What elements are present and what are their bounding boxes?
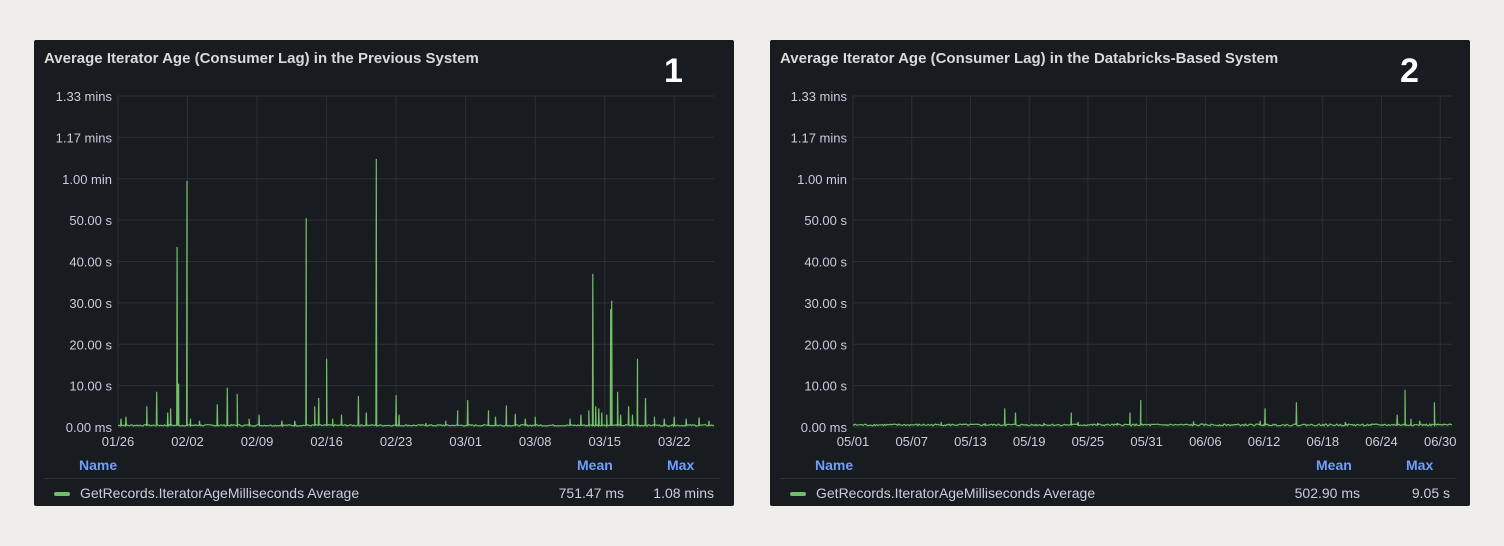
x-tick-label: 06/12	[1248, 434, 1281, 449]
y-tick-label: 1.33 mins	[56, 89, 113, 104]
x-tick-label: 02/02	[171, 434, 204, 449]
x-tick-label: 02/16	[310, 434, 343, 449]
chart-panel-previous-system: Average Iterator Age (Consumer Lag) in t…	[34, 40, 734, 506]
x-tick-label: 05/19	[1013, 434, 1046, 449]
y-tick-label: 1.17 mins	[56, 130, 113, 145]
y-tick-label: 10.00 s	[804, 379, 847, 394]
x-tick-label: 01/26	[102, 434, 135, 449]
legend-series-mean: 502.90 ms	[1294, 485, 1360, 501]
x-tick-label: 05/01	[837, 434, 870, 449]
x-tick-label: 03/01	[449, 434, 482, 449]
y-tick-label: 40.00 s	[804, 255, 847, 270]
chart-panel-databricks-system: Average Iterator Age (Consumer Lag) in t…	[770, 40, 1470, 506]
y-tick-label: 10.00 s	[69, 379, 112, 394]
y-tick-label: 1.00 min	[797, 172, 847, 187]
legend-header-max[interactable]: Max	[1406, 457, 1433, 473]
legend-series-max: 1.08 mins	[653, 485, 714, 501]
y-tick-label: 1.33 mins	[791, 89, 848, 104]
y-tick-label: 50.00 s	[69, 213, 112, 228]
y-tick-label: 30.00 s	[804, 296, 847, 311]
x-tick-label: 05/13	[954, 434, 987, 449]
y-tick-label: 0.00 ms	[801, 420, 848, 435]
series-color-swatch	[54, 492, 70, 496]
y-tick-label: 20.00 s	[804, 337, 847, 352]
legend-header-name[interactable]: Name	[815, 457, 853, 473]
chart-plot[interactable]: 0.00 ms 10.00 s 20.00 s 30.00 s 40.00 s 50.00…	[34, 40, 734, 450]
legend-header-max[interactable]: Max	[667, 457, 694, 473]
y-tick-label: 1.00 min	[62, 172, 112, 187]
series-color-swatch	[790, 492, 806, 496]
x-tick-label: 02/09	[241, 434, 274, 449]
legend-row[interactable]: GetRecords.IteratorAgeMilliseconds Avera…	[34, 484, 734, 504]
x-tick-label: 05/25	[1072, 434, 1105, 449]
x-tick-label: 03/15	[588, 434, 621, 449]
legend-series-name: GetRecords.IteratorAgeMilliseconds Avera…	[816, 485, 1096, 501]
x-tick-label: 06/30	[1424, 434, 1457, 449]
legend-header-mean[interactable]: Mean	[577, 457, 613, 473]
legend-series-mean: 751.47 ms	[558, 485, 624, 501]
legend-divider	[780, 478, 1456, 479]
x-tick-label: 05/07	[895, 434, 928, 449]
legend-series-name: GetRecords.IteratorAgeMilliseconds Avera…	[80, 485, 360, 501]
x-tick-label: 03/08	[519, 434, 552, 449]
y-tick-label: 50.00 s	[804, 213, 847, 228]
legend-header-name[interactable]: Name	[79, 457, 117, 473]
x-tick-label: 06/18	[1307, 434, 1340, 449]
y-tick-label: 20.00 s	[69, 337, 112, 352]
legend-row[interactable]: GetRecords.IteratorAgeMilliseconds Avera…	[770, 484, 1470, 504]
x-tick-label: 03/22	[658, 434, 691, 449]
x-tick-label: 06/24	[1365, 434, 1398, 449]
y-tick-label: 30.00 s	[69, 296, 112, 311]
x-tick-label: 06/06	[1189, 434, 1222, 449]
x-tick-label: 02/23	[380, 434, 413, 449]
legend-divider	[44, 478, 720, 479]
y-tick-label: 1.17 mins	[791, 130, 848, 145]
x-tick-label: 05/31	[1130, 434, 1163, 449]
series-line	[852, 389, 1453, 427]
legend-header-mean[interactable]: Mean	[1316, 457, 1352, 473]
y-tick-label: 40.00 s	[69, 255, 112, 270]
legend-series-max: 9.05 s	[1411, 485, 1450, 501]
chart-plot[interactable]: 0.00 ms 10.00 s 20.00 s 30.00 s 40.00 s 50.00…	[770, 40, 1470, 450]
y-tick-label: 0.00 ms	[66, 420, 113, 435]
